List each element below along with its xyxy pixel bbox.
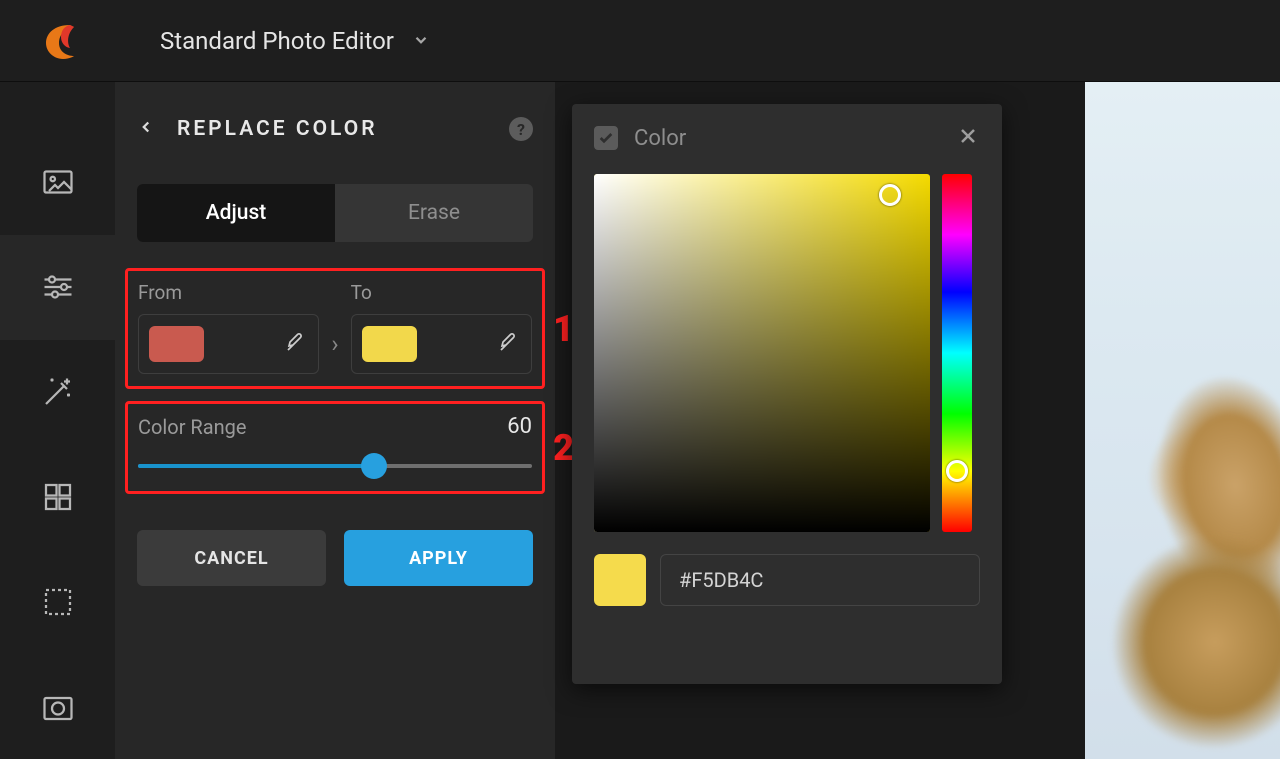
rail-item-adjust[interactable] xyxy=(0,235,115,340)
color-range-label: Color Range xyxy=(138,415,247,439)
annotation-box-1: From › To 1 xyxy=(125,268,545,389)
hex-input[interactable]: #F5DB4C xyxy=(660,554,980,606)
close-icon[interactable] xyxy=(956,124,980,152)
annotation-number-1: 1 xyxy=(553,308,574,350)
rail-item-layers[interactable] xyxy=(0,549,115,654)
help-icon[interactable]: ? xyxy=(509,117,533,141)
mode-tabs: Adjust Erase xyxy=(137,184,533,242)
color-range-slider[interactable] xyxy=(138,453,532,479)
app-logo xyxy=(40,21,80,61)
annotation-box-2: Color Range 60 2 xyxy=(125,401,545,494)
hue-slider[interactable] xyxy=(942,174,972,532)
selected-color-swatch xyxy=(594,554,646,606)
color-picker-panel: Color #F5DB4C xyxy=(572,104,1002,684)
replace-color-panel: REPLACE COLOR ? Adjust Erase From › To xyxy=(115,82,555,759)
from-color-field[interactable] xyxy=(138,314,319,374)
editor-mode-label: Standard Photo Editor xyxy=(160,27,394,55)
eyedropper-icon[interactable] xyxy=(284,330,308,358)
eyedropper-icon[interactable] xyxy=(497,330,521,358)
to-label: To xyxy=(351,281,532,304)
annotation-number-2: 2 xyxy=(553,427,574,469)
arrow-right-icon: › xyxy=(331,330,338,374)
chevron-down-icon xyxy=(412,27,430,55)
from-color-swatch xyxy=(149,326,204,362)
hue-cursor[interactable] xyxy=(946,460,968,482)
rail-item-grid[interactable] xyxy=(0,444,115,549)
to-color-field[interactable] xyxy=(351,314,532,374)
rail-item-image[interactable] xyxy=(0,130,115,235)
panel-title: REPLACE COLOR xyxy=(177,117,509,141)
top-bar: Standard Photo Editor xyxy=(0,0,1280,82)
cancel-button[interactable]: CANCEL xyxy=(137,530,326,586)
rail-item-effects[interactable] xyxy=(0,340,115,445)
color-picker-title: Color xyxy=(634,126,956,151)
back-button[interactable] xyxy=(137,114,155,144)
color-enabled-checkbox[interactable] xyxy=(594,126,618,150)
slider-handle[interactable] xyxy=(361,453,387,479)
sv-cursor[interactable] xyxy=(879,184,901,206)
image-canvas[interactable] xyxy=(1085,82,1280,759)
from-label: From xyxy=(138,281,319,304)
tab-adjust[interactable]: Adjust xyxy=(137,184,335,242)
hex-value-text: #F5DB4C xyxy=(679,568,763,592)
rail-item-camera[interactable] xyxy=(0,654,115,759)
to-color-swatch xyxy=(362,326,417,362)
apply-button[interactable]: APPLY xyxy=(344,530,533,586)
color-range-value: 60 xyxy=(507,414,532,439)
tab-erase[interactable]: Erase xyxy=(335,184,533,242)
saturation-value-field[interactable] xyxy=(594,174,930,532)
editor-mode-dropdown[interactable]: Standard Photo Editor xyxy=(160,27,430,55)
left-tool-rail xyxy=(0,82,115,759)
